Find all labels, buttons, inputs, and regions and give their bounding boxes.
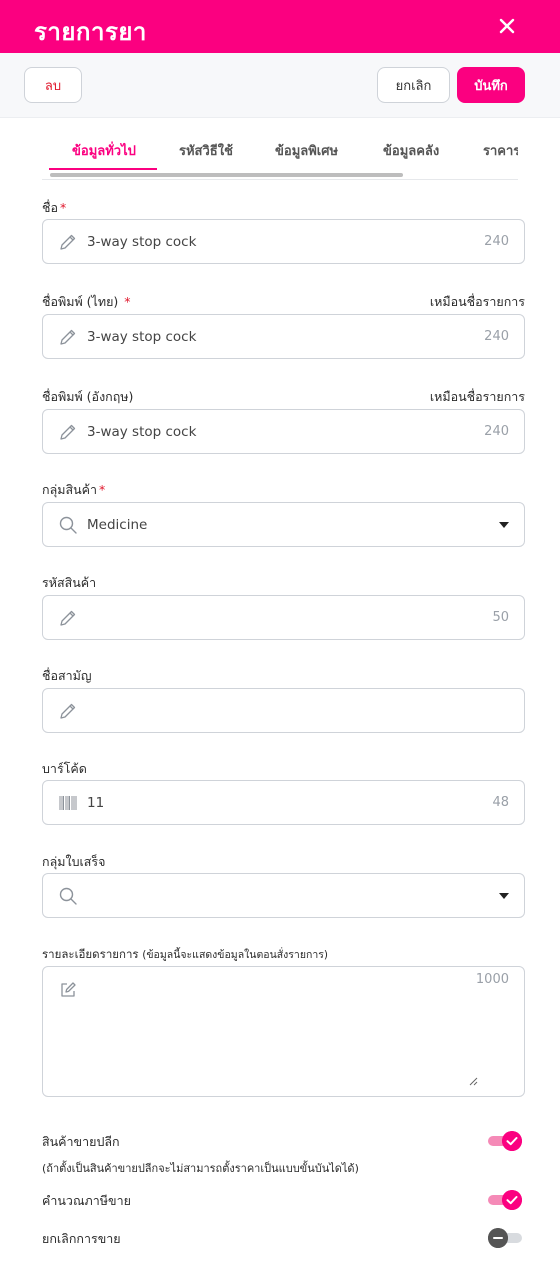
edit-icon (61, 982, 76, 997)
print-name-th-label: ชื่อพิมพ์ (ไทย) * (42, 294, 131, 309)
barcode-value: 11 (87, 795, 105, 811)
product-code-char-limit: 50 (492, 610, 509, 625)
tab-scrollbar[interactable] (50, 173, 403, 177)
action-toolbar: ลบ ยกเลิก บันทึก (0, 53, 560, 118)
generic-name-label: ชื่อสามัญ (42, 668, 92, 683)
barcode-icon (59, 796, 77, 810)
save-button[interactable]: บันทึก (457, 67, 525, 103)
tab-bar: ข้อมูลทั่วไป รหัสวิธีใช้ ข้อมูลพิเศษ ข้อ… (42, 128, 518, 180)
cancel-button[interactable]: ยกเลิก (377, 67, 450, 103)
check-icon (502, 1131, 522, 1151)
modal-header: รายการยา (0, 0, 560, 53)
sales-tax-toggle[interactable] (488, 1190, 522, 1210)
pencil-icon (60, 234, 76, 250)
cancel-sale-toggle[interactable] (488, 1228, 522, 1248)
sales-tax-label: คำนวณภาษีขาย (42, 1193, 131, 1208)
modal-title: รายการยา (34, 18, 147, 46)
chevron-down-icon[interactable] (499, 522, 509, 528)
product-group-select[interactable]: Medicine (42, 502, 525, 547)
print-name-th-input[interactable]: 3-way stop cock 240 (42, 314, 525, 359)
print-name-en-value: 3-way stop cock (87, 424, 197, 440)
retail-toggle[interactable] (488, 1131, 522, 1151)
barcode-char-limit: 48 (492, 795, 509, 810)
product-group-label: กลุ่มสินค้า * (42, 482, 106, 497)
generic-name-input[interactable] (42, 688, 525, 733)
barcode-label: บาร์โค้ด (42, 761, 87, 776)
print-name-en-label: ชื่อพิมพ์ (อังกฤษ) (42, 389, 134, 404)
pencil-icon (60, 424, 76, 440)
product-code-label: รหัสสินค้า (42, 575, 97, 590)
tab-special-info[interactable]: ข้อมูลพิเศษ (275, 140, 338, 161)
details-label: รายละเอียดรายการ (ข้อมูลนี้จะแสดงข้อมูลใ… (42, 947, 328, 961)
retail-label: สินค้าขายปลีก (42, 1134, 120, 1149)
search-icon (59, 887, 77, 905)
active-tab-indicator (49, 168, 157, 170)
tab-general[interactable]: ข้อมูลทั่วไป (72, 140, 136, 161)
product-code-input[interactable]: 50 (42, 595, 525, 640)
name-input[interactable]: 3-way stop cock 240 (42, 219, 525, 264)
print-name-th-char-limit: 240 (484, 329, 509, 344)
pencil-icon (60, 329, 76, 345)
barcode-input[interactable]: 11 48 (42, 780, 525, 825)
tab-usage-code[interactable]: รหัสวิธีใช้ (179, 140, 233, 161)
same-as-name-link-th[interactable]: เหมือนชื่อรายการ (430, 292, 525, 312)
tab-price[interactable]: ราคาร (483, 140, 518, 161)
receipt-group-label: กลุ่มใบเสร็จ (42, 854, 106, 869)
search-icon (59, 516, 77, 534)
delete-button[interactable]: ลบ (24, 67, 82, 103)
check-icon (502, 1190, 522, 1210)
cancel-sale-label: ยกเลิกการขาย (42, 1231, 121, 1246)
close-icon[interactable] (494, 13, 520, 39)
name-char-limit: 240 (484, 234, 509, 249)
name-label: ชื่อ * (42, 200, 67, 215)
receipt-group-select[interactable] (42, 873, 525, 918)
product-group-value: Medicine (87, 517, 148, 533)
minus-icon (488, 1228, 508, 1248)
print-name-th-value: 3-way stop cock (87, 329, 197, 345)
resize-handle-icon[interactable] (468, 1076, 478, 1086)
pencil-icon (60, 703, 76, 719)
same-as-name-link-en[interactable]: เหมือนชื่อรายการ (430, 387, 525, 407)
print-name-en-char-limit: 240 (484, 424, 509, 439)
tab-inventory[interactable]: ข้อมูลคลัง (383, 140, 439, 161)
details-textarea[interactable]: 1000 (42, 966, 525, 1097)
pencil-icon (60, 610, 76, 626)
print-name-en-input[interactable]: 3-way stop cock 240 (42, 409, 525, 454)
details-char-limit: 1000 (475, 972, 509, 987)
chevron-down-icon[interactable] (499, 893, 509, 899)
name-value: 3-way stop cock (87, 234, 197, 250)
retail-note: (ถ้าตั้งเป็นสินค้าขายปลีกจะไม่สามารถตั้ง… (42, 1162, 359, 1175)
